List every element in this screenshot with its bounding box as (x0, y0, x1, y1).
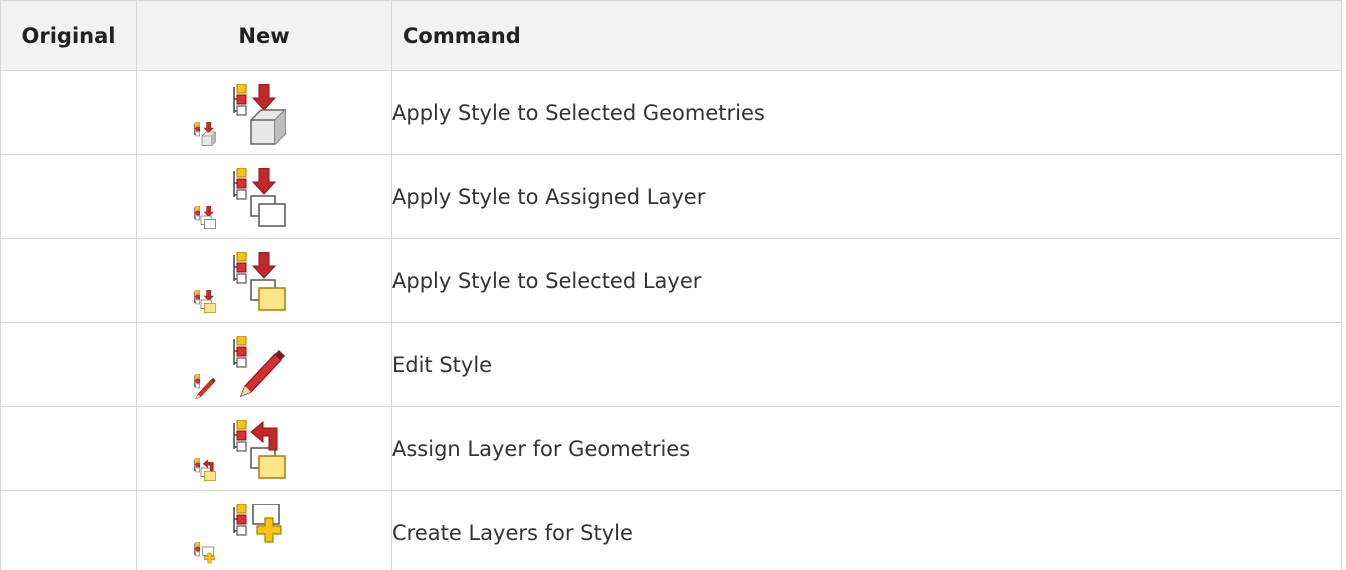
header-original: Original (0, 0, 137, 71)
apply-style-selected-layer-icon (193, 252, 333, 316)
header-command: Command (391, 0, 1342, 71)
command-label: Apply Style to Selected Layer (391, 238, 1342, 323)
cell-original (0, 406, 137, 491)
cell-original (0, 322, 137, 407)
table-header-row: Original New Command (0, 0, 1342, 71)
apply-style-assigned-layer-icon (193, 168, 333, 232)
table-row: Assign Layer for Geometries (0, 406, 1342, 491)
cell-original (0, 154, 137, 239)
table-row: Apply Style to Assigned Layer (0, 154, 1342, 239)
table-row: Edit Style (0, 322, 1342, 407)
cell-new (136, 154, 392, 239)
header-new: New (136, 0, 392, 71)
cell-new (136, 238, 392, 323)
edit-style-icon (193, 336, 333, 400)
command-label: Apply Style to Selected Geometries (391, 70, 1342, 155)
command-label: Assign Layer for Geometries (391, 406, 1342, 491)
table-row: Apply Style to Selected Layer (0, 238, 1342, 323)
cell-original (0, 70, 137, 155)
table-row: Create Layers for Style (0, 490, 1342, 570)
cell-new (136, 490, 392, 570)
assign-layer-geometries-icon (193, 420, 333, 484)
command-label: Apply Style to Assigned Layer (391, 154, 1342, 239)
command-label: Edit Style (391, 322, 1342, 407)
table-row: Apply Style to Selected Geometries (0, 70, 1342, 155)
cell-new (136, 70, 392, 155)
apply-style-selected-geometries-icon (193, 84, 333, 148)
commands-table: Original New Command Apply Style to Sele… (0, 0, 1342, 570)
cell-original (0, 238, 137, 323)
cell-new (136, 322, 392, 407)
create-layers-style-icon (193, 504, 333, 568)
cell-new (136, 406, 392, 491)
cell-original (0, 490, 137, 570)
command-label: Create Layers for Style (391, 490, 1342, 570)
